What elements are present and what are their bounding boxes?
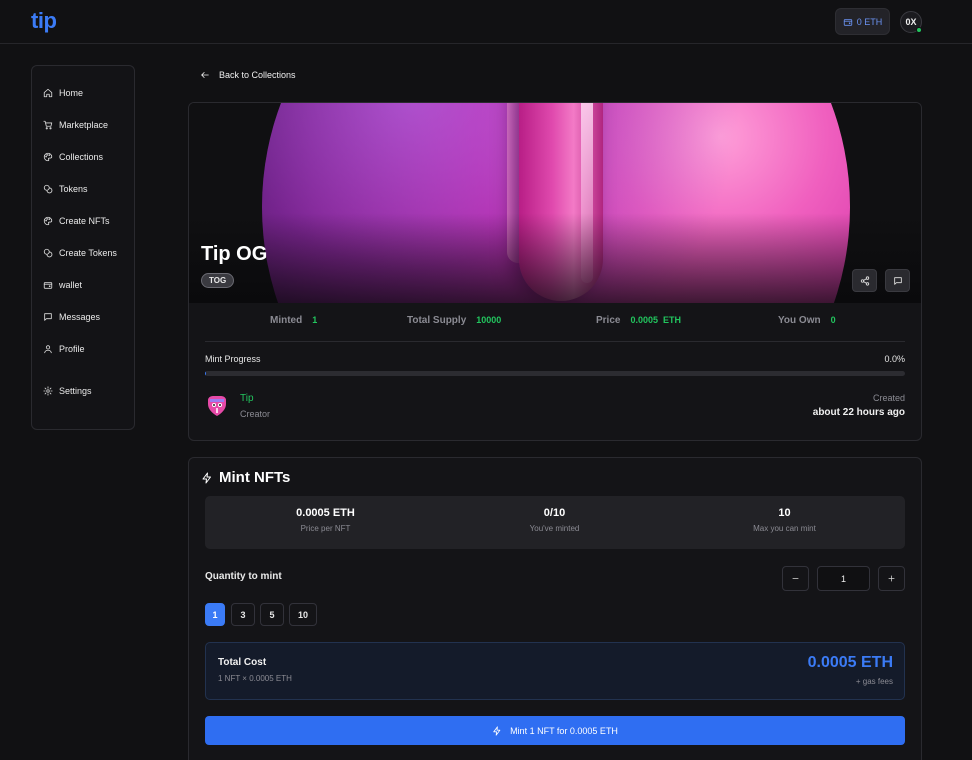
collection-title: Tip OG: [201, 243, 268, 265]
wallet-balance-button[interactable]: 0 ETH: [835, 8, 890, 35]
info-you-minted: 0/10 You've minted: [529, 507, 580, 533]
palette-icon: [43, 152, 53, 162]
info-price-per-nft: 0.0005 ETH Price per NFT: [296, 507, 355, 533]
palette-icon: [43, 216, 53, 226]
sidebar-item-label: Collections: [59, 152, 104, 162]
cart-icon: [43, 120, 53, 130]
coins-icon: [43, 248, 53, 258]
quantity-preset-3[interactable]: 3: [231, 603, 255, 626]
minus-icon: [792, 578, 799, 579]
created-label: Created: [872, 393, 905, 403]
message-icon: [44, 313, 52, 321]
top-bar: tip 0 ETH 0X: [0, 0, 972, 44]
stat-minted: Minted 1: [270, 315, 318, 326]
message-icon: [893, 276, 902, 285]
sidebar-item-create-tokens[interactable]: Create Tokens: [43, 244, 117, 262]
increase-quantity-button[interactable]: [878, 566, 905, 591]
divider: [205, 341, 905, 342]
sidebar-item-label: Settings: [59, 386, 92, 396]
mint-nfts-card: Mint NFTs 0.0005 ETH Price per NFT 0/10 …: [188, 457, 922, 760]
mint-info-summary: 0.0005 ETH Price per NFT 0/10 You've min…: [205, 496, 905, 549]
collection-symbol-badge: TOG: [201, 273, 235, 288]
sidebar-item-label: Tokens: [59, 184, 88, 194]
quantity-preset-5[interactable]: 5: [260, 603, 284, 626]
decrease-quantity-button[interactable]: [782, 566, 809, 591]
wallet-balance: 0 ETH: [856, 16, 883, 27]
mint-button[interactable]: Mint 1 NFT for 0.0005 ETH: [205, 716, 905, 745]
wallet-icon: [43, 282, 53, 289]
back-link-label: Back to Collections: [219, 70, 296, 80]
sidebar-item-profile[interactable]: Profile: [43, 340, 85, 358]
lightning-icon: [493, 725, 501, 736]
quantity-input[interactable]: [817, 566, 870, 591]
collection-stats: Minted 1 Total Supply 10000 Price 0.0005…: [189, 315, 921, 331]
created-time: about 22 hours ago: [812, 407, 905, 418]
sidebar-item-create-nfts[interactable]: Create NFTs: [43, 212, 110, 230]
wallet-icon: [843, 18, 852, 26]
home-icon: [43, 88, 53, 98]
creator-name-link[interactable]: Tip: [240, 393, 254, 404]
plus-icon: [888, 575, 895, 582]
collection-banner-image: Tip OG TOG: [189, 103, 921, 303]
sidebar-item-label: Create NFTs: [59, 216, 110, 226]
sidebar-item-label: wallet: [59, 280, 83, 290]
sidebar: Home Marketplace Collections Tokens Crea…: [31, 65, 135, 430]
sidebar-item-collections[interactable]: Collections: [43, 148, 103, 166]
sidebar-item-home[interactable]: Home: [43, 84, 83, 102]
sidebar-item-label: Profile: [59, 344, 85, 354]
stat-you-own: You Own 0: [778, 315, 836, 326]
quantity-label: Quantity to mint: [205, 571, 282, 582]
creator-role: Creator: [240, 409, 271, 419]
user-icon: [44, 345, 52, 354]
online-status-dot: [916, 27, 922, 33]
message-button[interactable]: [885, 269, 910, 292]
back-to-collections-link[interactable]: Back to Collections: [200, 70, 296, 80]
sidebar-item-settings[interactable]: Settings: [43, 382, 92, 400]
stat-price: Price 0.0005 ETH: [596, 315, 682, 326]
stat-total-supply: Total Supply 10000: [407, 315, 502, 326]
mint-button-label: Mint 1 NFT for 0.0005 ETH: [510, 725, 618, 736]
sidebar-item-marketplace[interactable]: Marketplace: [43, 116, 108, 134]
gear-icon: [43, 386, 53, 396]
mint-progress-fill: [205, 371, 206, 376]
sidebar-item-tokens[interactable]: Tokens: [43, 180, 88, 198]
collection-card: Tip OG TOG Minted 1 Total Supply 10000 P…: [188, 102, 922, 441]
quantity-preset-1[interactable]: 1: [205, 603, 225, 626]
mint-card-title: Mint NFTs: [201, 469, 290, 486]
total-cost-panel: Total Cost 1 NFT × 0.0005 ETH 0.0005 ETH…: [205, 642, 905, 700]
total-cost-label: Total Cost: [218, 657, 267, 668]
sidebar-item-label: Messages: [59, 312, 101, 322]
lightning-icon: [202, 472, 211, 483]
mint-progress-percent: 0.0%: [884, 354, 905, 364]
arrow-left-icon: [201, 72, 209, 78]
sidebar-item-messages[interactable]: Messages: [43, 308, 100, 326]
mint-progress-bar: [205, 371, 905, 376]
sidebar-item-wallet[interactable]: wallet: [43, 276, 82, 294]
share-button[interactable]: [852, 269, 877, 292]
user-avatar-button[interactable]: 0X: [900, 11, 922, 33]
avatar-initials: 0X: [905, 17, 917, 27]
share-icon: [860, 275, 869, 286]
total-cost-value: 0.0005 ETH: [807, 654, 893, 671]
quantity-preset-10[interactable]: 10: [289, 603, 317, 626]
total-cost-breakdown: 1 NFT × 0.0005 ETH: [218, 674, 292, 683]
info-max-mint: 10 Max you can mint: [753, 507, 816, 533]
app-logo[interactable]: tip: [31, 8, 57, 34]
creator-avatar[interactable]: [205, 394, 229, 418]
sidebar-item-label: Create Tokens: [59, 248, 117, 258]
gas-fee-note: + gas fees: [855, 677, 893, 686]
coins-icon: [43, 184, 53, 194]
mint-progress-label: Mint Progress: [205, 354, 261, 364]
sidebar-item-label: Home: [59, 88, 84, 98]
sidebar-item-label: Marketplace: [59, 120, 109, 130]
